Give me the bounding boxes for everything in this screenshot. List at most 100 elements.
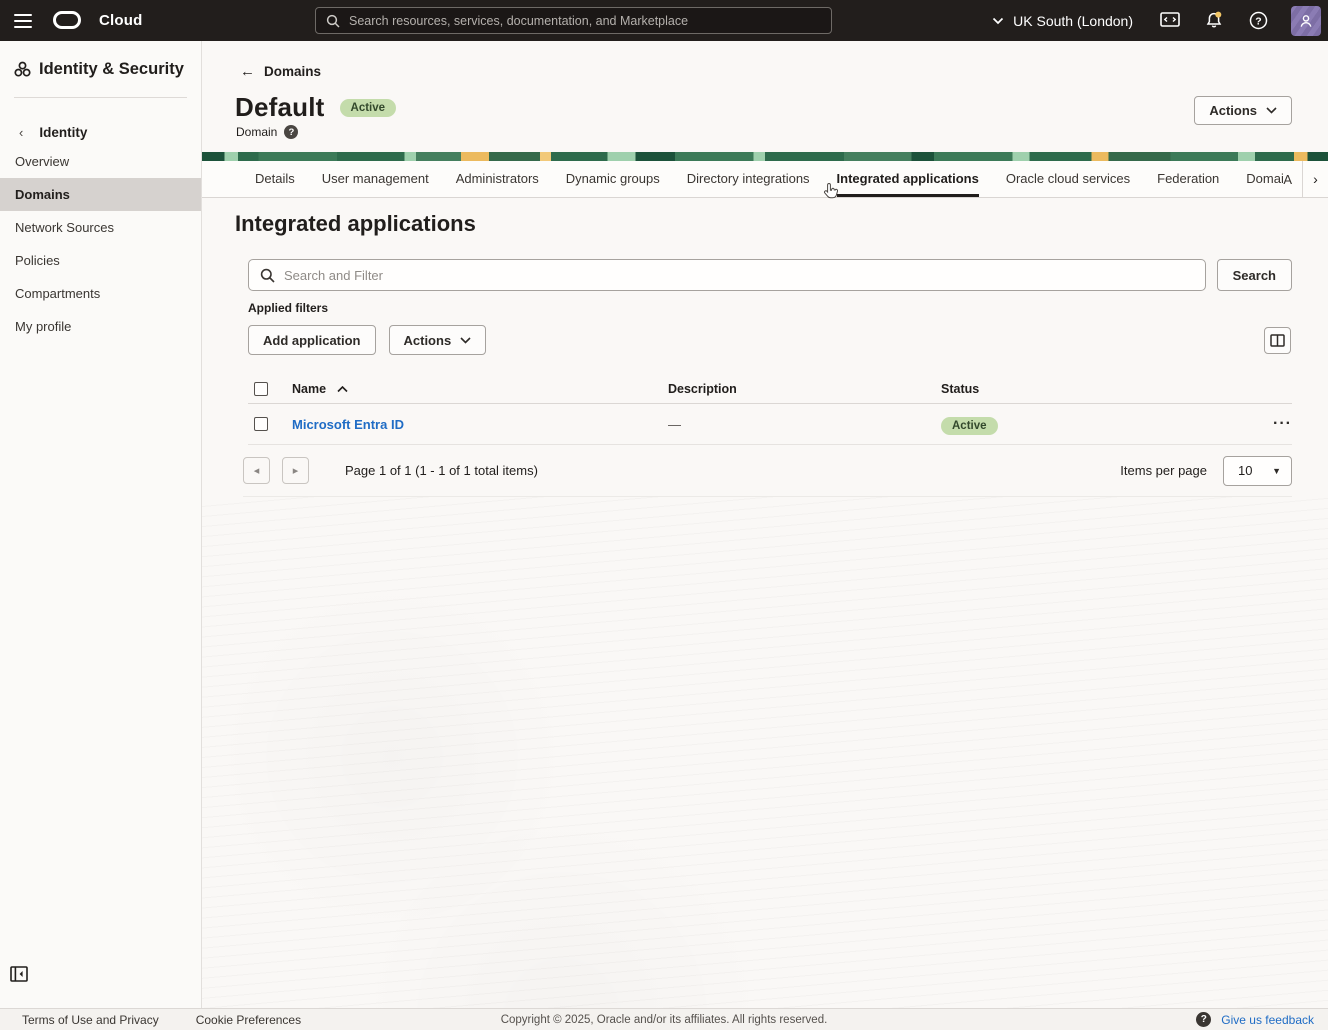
domain-help-icon[interactable]: ? [284,125,298,139]
breadcrumb-back-domains[interactable]: ← Domains [240,63,321,80]
manage-columns-button[interactable] [1264,327,1291,354]
tab-dynamic-groups[interactable]: Dynamic groups [566,161,660,197]
tab-directory-integrations[interactable]: Directory integrations [687,161,810,197]
cloud-shell-icon[interactable] [1158,9,1182,33]
list-action-buttons: Add application Actions [248,325,486,355]
page-title: Default [235,92,325,123]
region-label: UK South (London) [1013,13,1133,29]
footer: Terms of Use and Privacy Cookie Preferen… [0,1008,1328,1030]
cookie-preferences-link[interactable]: Cookie Preferences [196,1013,301,1027]
row-actions-menu-icon[interactable]: ··· [1250,415,1292,433]
list-heading: Integrated applications [235,211,476,237]
main-content: ← Domains Default Active Domain ? Action… [202,41,1328,1008]
applications-table: Name Description Status Microsoft Entra … [248,375,1292,445]
footer-feedback: ? Give us feedback [1196,1012,1314,1027]
back-arrow-icon: ← [240,63,255,80]
identity-security-icon [14,61,31,78]
oracle-logo-icon[interactable] [53,11,81,29]
application-link[interactable]: Microsoft Entra ID [292,417,404,432]
tab-overflow: A › [1283,161,1328,197]
oci-console: Cloud UK South (London) ? [0,0,1328,1030]
copyright-text: Copyright © 2025, Oracle and/or its affi… [501,1014,828,1026]
chevron-down-icon [992,17,1004,25]
svg-text:?: ? [1255,15,1261,27]
column-header-name[interactable]: Name [292,382,668,396]
page-title-row: Default Active [235,92,396,123]
tab-integrated-applications[interactable]: Integrated applications [837,161,979,197]
table-header-row: Name Description Status [248,375,1292,404]
sidebar-item-my-profile[interactable]: My profile [0,310,201,343]
announcements-bell-icon[interactable] [1202,9,1226,33]
filter-search-input[interactable] [284,268,1194,283]
chevron-down-icon: ▼ [1272,466,1281,476]
chevron-left-icon: ‹ [19,125,23,140]
sidebar-item-domains[interactable]: Domains [0,178,201,211]
sidebar-item-compartments[interactable]: Compartments [0,277,201,310]
next-page-button[interactable]: ▸ [282,457,309,484]
sidebar-header: Identity & Security [14,60,184,79]
status-badge: Active [340,99,397,117]
search-button[interactable]: Search [1217,259,1292,291]
background-watermark [202,497,1328,1008]
columns-icon [1270,334,1285,347]
row-description: — [668,417,941,432]
help-icon[interactable]: ? [1246,9,1270,33]
global-search-bar[interactable] [315,7,832,34]
filter-search-row: Search [248,259,1292,291]
name-header-label: Name [292,382,326,396]
row-status-badge: Active [941,417,998,435]
sidebar-back-identity[interactable]: ‹ Identity [0,119,201,145]
select-all-checkbox[interactable] [254,382,268,396]
list-actions-label: Actions [404,333,452,348]
items-per-page-group: Items per page 10 ▼ [1120,456,1292,486]
column-header-description: Description [668,382,941,396]
sidebar-nav: Overview Domains Network Sources Policie… [0,145,201,343]
tab-federation[interactable]: Federation [1157,161,1219,197]
tab-oracle-cloud-services[interactable]: Oracle cloud services [1006,161,1130,197]
sidebar-title: Identity & Security [39,60,184,79]
global-search-input[interactable] [349,14,821,28]
topbar-right-controls: UK South (London) ? [992,0,1321,41]
page-actions-button[interactable]: Actions [1194,96,1292,125]
sidebar-item-overview[interactable]: Overview [0,145,201,178]
tab-details[interactable]: Details [255,161,295,197]
previous-page-button[interactable]: ◂ [243,457,270,484]
filter-search-field[interactable] [248,259,1206,291]
pagination-bar: ◂ ▸ Page 1 of 1 (1 - 1 of 1 total items)… [243,445,1292,497]
footer-links: Terms of Use and Privacy Cookie Preferen… [22,1013,301,1027]
decorative-banner [202,152,1328,161]
add-application-button[interactable]: Add application [248,325,376,355]
tab-scroll-right-icon[interactable]: › [1302,161,1328,197]
sidebar-divider [14,97,187,98]
page-size-value: 10 [1238,463,1252,478]
user-avatar[interactable] [1291,6,1321,36]
pagination-summary: Page 1 of 1 (1 - 1 of 1 total items) [345,463,538,478]
collapse-sidebar-icon[interactable] [10,966,28,982]
page-actions-label: Actions [1209,103,1257,118]
hamburger-menu-icon[interactable] [14,11,34,30]
applied-filters-label: Applied filters [248,301,328,315]
breadcrumb-label: Domains [264,64,321,79]
sidebar: Identity & Security ‹ Identity Overview … [0,41,202,1008]
brand-label: Cloud [99,12,143,29]
feedback-help-icon: ? [1196,1012,1211,1027]
sidebar-item-network-sources[interactable]: Network Sources [0,211,201,244]
domain-tabbar: Details User management Administrators D… [202,161,1328,198]
list-actions-button[interactable]: Actions [389,325,487,355]
top-navigation-bar: Cloud UK South (London) ? [0,0,1328,41]
sidebar-item-policies[interactable]: Policies [0,244,201,277]
sidebar-section-label: Identity [39,125,87,140]
row-checkbox[interactable] [254,417,268,431]
tab-truncated[interactable]: A [1283,172,1302,187]
page-size-select[interactable]: 10 ▼ [1223,456,1292,486]
tab-user-management[interactable]: User management [322,161,429,197]
tab-administrators[interactable]: Administrators [456,161,539,197]
sort-ascending-icon [337,386,348,393]
search-icon [326,14,340,28]
feedback-link[interactable]: Give us feedback [1221,1013,1314,1027]
region-selector[interactable]: UK South (London) [992,13,1133,29]
chevron-down-icon [1266,107,1277,114]
terms-link[interactable]: Terms of Use and Privacy [22,1013,159,1027]
search-icon [260,268,275,283]
page-subtitle-row: Domain ? [236,125,298,139]
